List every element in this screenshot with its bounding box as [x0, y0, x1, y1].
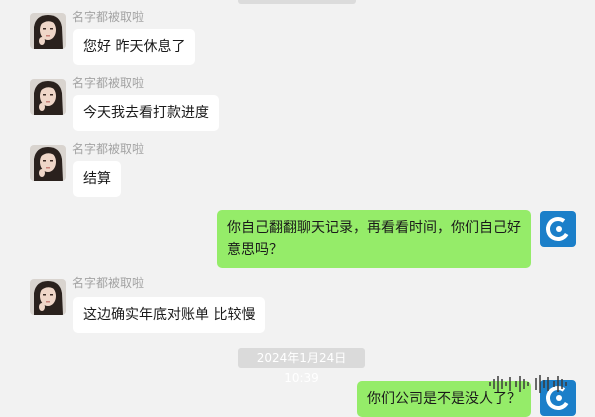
sender-name: 名字都被取啦	[72, 10, 145, 24]
volume-bars-icon[interactable]	[488, 373, 572, 395]
contact-avatar[interactable]	[30, 279, 66, 315]
previous-timestamp-chip	[238, 0, 356, 4]
message-bubble-outgoing[interactable]: 你自己翻翻聊天记录，再看看时间，你们自己好意思吗？	[217, 210, 531, 268]
sender-name: 名字都被取啦	[72, 142, 145, 156]
contact-avatar[interactable]	[30, 145, 66, 181]
sender-name: 名字都被取啦	[72, 276, 145, 290]
sender-name: 名字都被取啦	[72, 76, 145, 90]
message-bubble-incoming[interactable]: 今天我去看打款进度	[73, 95, 219, 131]
message-bubble-incoming[interactable]: 结算	[73, 161, 121, 197]
message-bubble-incoming[interactable]: 您好 昨天休息了	[73, 29, 196, 65]
my-avatar[interactable]	[540, 211, 576, 247]
message-bubble-incoming[interactable]: 这边确实年底对账单 比较慢	[73, 297, 266, 333]
contact-avatar[interactable]	[30, 79, 66, 115]
timestamp-chip: 2024年1月24日 10:39	[238, 348, 365, 385]
contact-avatar[interactable]	[30, 13, 66, 49]
